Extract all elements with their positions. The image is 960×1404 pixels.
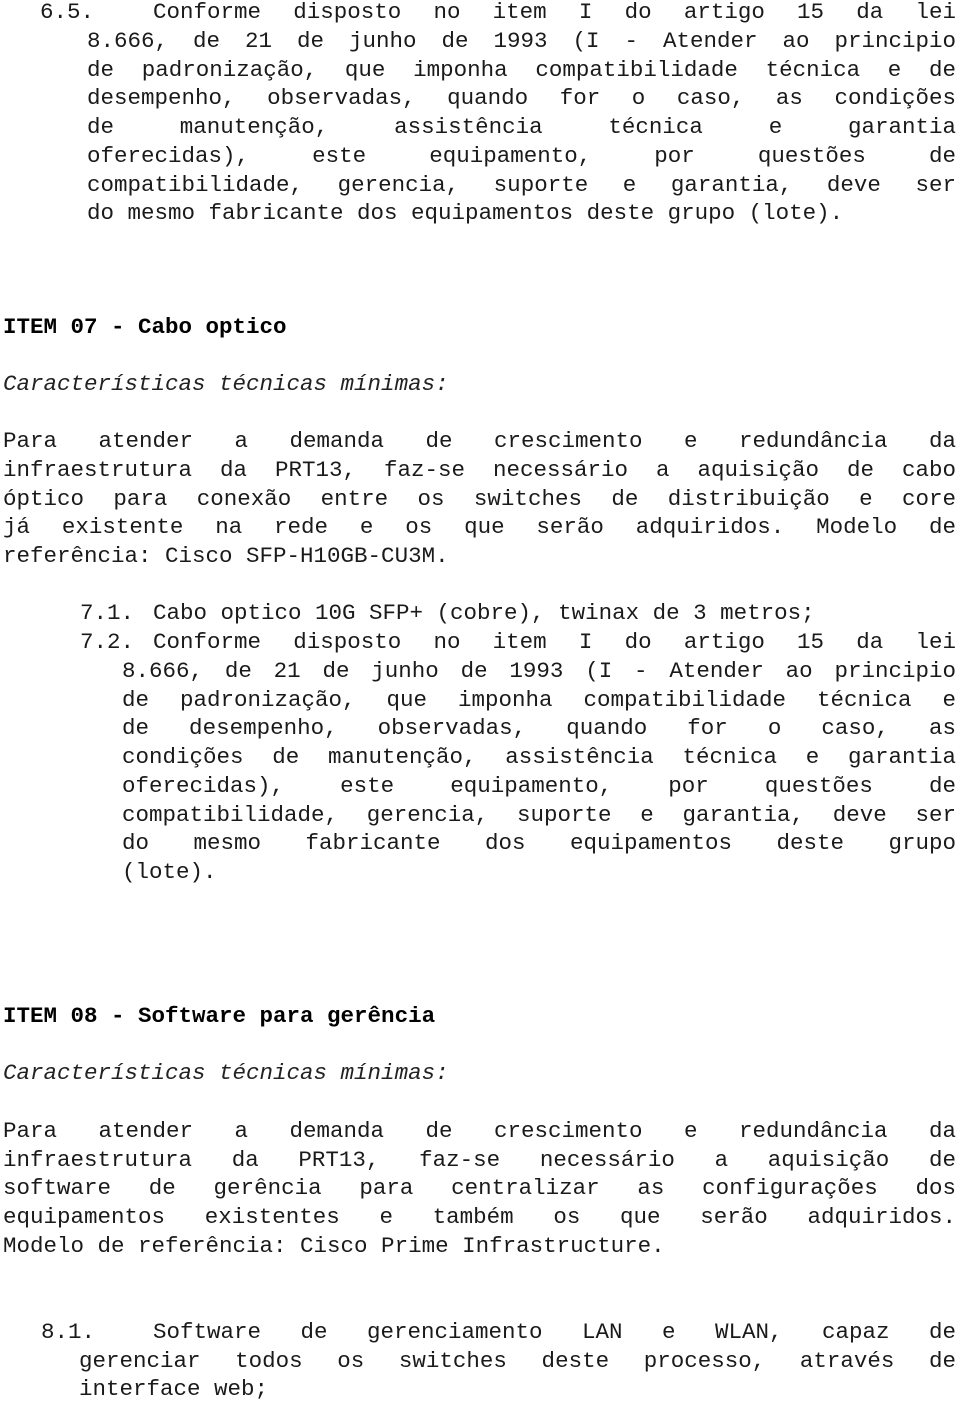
text-line: de padronização, que imponha compatibili… bbox=[87, 57, 956, 83]
text-line: gerenciar todos os switches deste proces… bbox=[79, 1348, 956, 1374]
text-line: interface web; bbox=[79, 1376, 269, 1402]
text-line: compatibilidade, gerencia, suporte e gar… bbox=[87, 172, 956, 198]
text-line: Software de gerenciamento LAN e WLAN, ca… bbox=[153, 1319, 956, 1345]
text-line: já existente na rede e os que serão adqu… bbox=[3, 514, 956, 540]
subitem-number: 7.2. bbox=[80, 629, 135, 655]
text-line: do mesmo fabricante dos equipamentos des… bbox=[87, 200, 844, 226]
text-line: de desempenho, observadas, quando for o … bbox=[122, 715, 956, 741]
text-line: (lote). bbox=[122, 859, 217, 885]
text-line: Conforme disposto no item I do artigo 15… bbox=[153, 629, 956, 655]
text-line: óptico para conexão entre os switches de… bbox=[3, 486, 956, 512]
item-07-subtitle: Características técnicas mínimas: bbox=[3, 371, 449, 397]
text-line: condições de manutenção, assistência téc… bbox=[122, 744, 956, 770]
text-line: software de gerência para centralizar as… bbox=[3, 1175, 956, 1201]
text-line: compatibilidade, gerencia, suporte e gar… bbox=[122, 802, 956, 828]
text-line: Conforme disposto no item I do artigo 15… bbox=[153, 0, 956, 25]
text-line: referência: Cisco SFP-H10GB-CU3M. bbox=[3, 543, 449, 569]
text-line: de padronização, que imponha compatibili… bbox=[122, 687, 956, 713]
text-line: oferecidas), este equipamento, por quest… bbox=[122, 773, 956, 799]
text-line: infraestrutura da PRT13, faz-se necessár… bbox=[3, 1147, 956, 1173]
text-line: de manutenção, assistência técnica e gar… bbox=[87, 114, 956, 140]
text-line: oferecidas), este equipamento, por quest… bbox=[87, 143, 956, 169]
text-line: Modelo de referência: Cisco Prime Infras… bbox=[3, 1233, 665, 1259]
text-line: do mesmo fabricante dos equipamentos des… bbox=[122, 830, 956, 856]
text-line: desempenho, observadas, quando for o cas… bbox=[87, 85, 956, 111]
item-08-subtitle: Características técnicas mínimas: bbox=[3, 1060, 449, 1086]
text-line: Cabo optico 10G SFP+ (cobre), twinax de … bbox=[153, 600, 815, 626]
text-line: Para atender a demanda de crescimento e … bbox=[3, 428, 956, 454]
text-line: 8.666, de 21 de junho de 1993 (I - Atend… bbox=[122, 658, 956, 684]
item-08-heading: ITEM 08 - Software para gerência bbox=[3, 1003, 436, 1029]
subitem-number: 7.1. bbox=[80, 600, 135, 626]
subitem-number: 8.1. bbox=[41, 1319, 96, 1345]
text-line: equipamentos existentes e também os que … bbox=[3, 1204, 956, 1230]
text-line: 8.666, de 21 de junho de 1993 (I - Atend… bbox=[87, 28, 956, 54]
section-number: 6.5. bbox=[40, 0, 95, 25]
item-07-heading: ITEM 07 - Cabo optico bbox=[3, 314, 287, 340]
text-line: Para atender a demanda de crescimento e … bbox=[3, 1118, 956, 1144]
text-line: infraestrutura da PRT13, faz-se necessár… bbox=[3, 457, 956, 483]
